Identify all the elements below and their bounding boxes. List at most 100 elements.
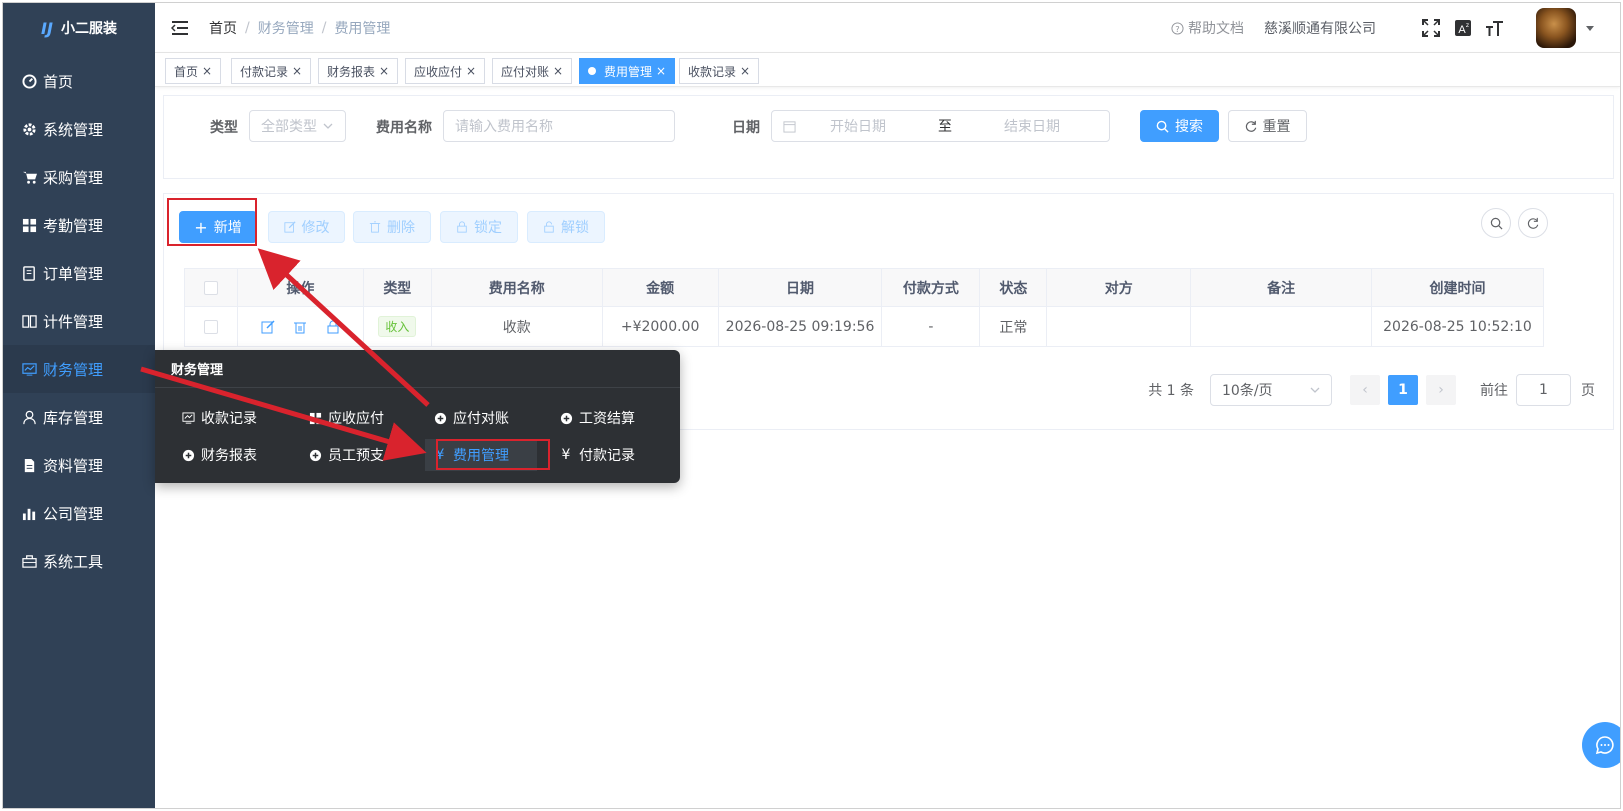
submenu-item-payment-records[interactable]: ¥ 付款记录 [559,441,635,469]
date-range-picker[interactable]: 开始日期 至 结束日期 [771,110,1110,142]
end-date-placeholder: 结束日期 [1004,119,1060,135]
page-size-select[interactable]: 10条/页 [1210,374,1332,406]
prev-page-button[interactable]: ‹ [1350,375,1380,405]
close-icon[interactable]: × [740,64,750,78]
sidebar-item-company[interactable]: 公司管理 [3,489,155,537]
goto-label: 前往 [1480,383,1508,399]
edit-icon [283,221,296,233]
font-size-icon[interactable] [1484,17,1506,39]
submenu-item-receivable-payable[interactable]: 应收应付 [308,404,384,432]
sidebar-item-label: 资料管理 [43,456,104,475]
sidebar-item-attendance[interactable]: 考勤管理 [3,201,155,249]
breadcrumb-home[interactable]: 首页 [209,18,237,38]
type-select[interactable]: 全部类型 [249,110,346,142]
unlock-button[interactable]: 解锁 [527,211,605,243]
sidebar-item-tools[interactable]: 系统工具 [3,537,155,585]
select-all-cell[interactable] [184,268,238,307]
sidebar-item-home[interactable]: 首页 [3,57,155,105]
lock-button-label: 锁定 [474,220,502,236]
row-select-cell[interactable] [184,306,238,347]
next-page-button[interactable]: › [1426,375,1456,405]
tab-financial-reports[interactable]: 财务报表 × [318,58,399,84]
submenu-item-label: 应付对账 [453,411,509,427]
row-expense-name: 收款 [430,306,603,347]
sidebar-item-system[interactable]: 系统管理 [3,105,155,153]
gear-icon [21,121,37,137]
submenu-item-employee-advance[interactable]: 员工预支 [308,441,384,469]
close-icon[interactable]: × [292,64,302,78]
sidebar-menu: 首页 系统管理 采购管理 考勤管理 订单管理 计件管理 财务管理 库存管理 资料… [3,57,155,585]
refresh-button[interactable] [1518,208,1548,238]
grid-icon [308,411,322,425]
reset-button[interactable]: 重置 [1228,110,1307,142]
table-row[interactable]: 收入 收款 +¥2000.00 2026-08-25 09:19:56 - 正常… [184,306,1544,347]
sidebar-item-label: 订单管理 [43,264,104,283]
expense-name-placeholder: 请输入费用名称 [455,119,553,135]
cart-icon [21,169,37,185]
submenu-item-payroll[interactable]: 工资结算 [559,404,635,432]
chevron-down-icon[interactable] [1586,25,1594,31]
close-icon[interactable]: × [379,64,389,78]
trash-icon[interactable] [293,320,307,334]
delete-button[interactable]: 删除 [353,211,431,243]
close-icon[interactable]: × [553,64,563,78]
language-icon[interactable]: Az [1452,17,1474,39]
close-icon[interactable]: × [202,64,212,78]
chat-button[interactable] [1582,722,1620,768]
finance-submenu-popup: 财务管理 收款记录 应收应付 应付对账 工资结算 财务报表 员工预支 ¥ 费用管… [155,350,680,483]
menu-toggle-icon[interactable] [171,20,189,36]
column-header: 备注 [1190,268,1372,307]
sidebar-item-orders[interactable]: 订单管理 [3,249,155,297]
refresh-icon [1527,217,1539,229]
column-header: 日期 [717,268,883,307]
edit-button[interactable]: 修改 [268,211,345,243]
submenu-item-financial-reports[interactable]: 财务报表 [181,441,257,469]
submenu-item-label: 付款记录 [579,448,635,464]
sidebar-item-materials[interactable]: 资料管理 [3,441,155,489]
tab-receipt-records[interactable]: 收款记录 × [679,58,760,84]
tab-payment-records[interactable]: 付款记录 × [231,58,312,84]
expense-name-input[interactable]: 请输入费用名称 [443,110,675,142]
sidebar-item-purchase[interactable]: 采购管理 [3,153,155,201]
expense-menu-highlight [436,439,550,470]
select-all-checkbox[interactable] [203,280,218,295]
bar-chart-icon [21,505,37,521]
fullscreen-icon[interactable] [1420,17,1442,39]
close-icon[interactable]: × [466,64,476,78]
sidebar-item-label: 考勤管理 [43,216,104,235]
start-date-placeholder: 开始日期 [830,119,886,135]
avatar[interactable] [1536,8,1576,48]
row-checkbox[interactable] [203,319,218,334]
submenu-item-receipt-records[interactable]: 收款记录 [181,404,257,432]
company-name[interactable]: 慈溪顺通有限公司 [1264,18,1376,38]
lock-button[interactable]: 锁定 [440,211,518,243]
tab-label: 收款记录 [688,64,737,79]
page-number-1[interactable]: 1 [1388,375,1418,405]
submenu-item-label: 应收应付 [328,411,384,427]
breadcrumb-current: 费用管理 [334,20,391,37]
sidebar-item-label: 财务管理 [43,360,104,379]
close-icon[interactable]: × [656,64,666,78]
logo[interactable]: IJ 小二服装 [3,3,155,53]
edit-icon[interactable] [261,319,275,334]
search-button[interactable]: 搜索 [1140,110,1219,142]
sidebar-item-piecework[interactable]: 计件管理 [3,297,155,345]
tab-home[interactable]: 首页 × [165,58,222,84]
breadcrumb-separator: / [321,19,327,36]
delete-button-label: 删除 [387,220,415,236]
active-dot [588,67,596,75]
tab-label: 费用管理 [604,64,653,79]
submenu-item-payable-reconcile[interactable]: 应付对账 [433,404,509,432]
app-name: 小二服装 [60,21,117,37]
tab-receivable-payable[interactable]: 应收应付 × [405,58,486,84]
tab-expense-management[interactable]: 费用管理 × [579,58,676,84]
goto-page-input[interactable]: 1 [1516,374,1571,406]
help-docs-link[interactable]: ? 帮助文档 [1171,18,1244,38]
row-actions [236,306,364,347]
toggle-search-button[interactable] [1481,208,1511,238]
lock-icon[interactable] [326,320,340,334]
submenu-item-label: 员工预支 [328,448,384,464]
sidebar-item-finance[interactable]: 财务管理 [3,345,155,393]
tab-payable-reconcile[interactable]: 应付对账 × [492,58,573,84]
sidebar-item-inventory[interactable]: 库存管理 [3,393,155,441]
